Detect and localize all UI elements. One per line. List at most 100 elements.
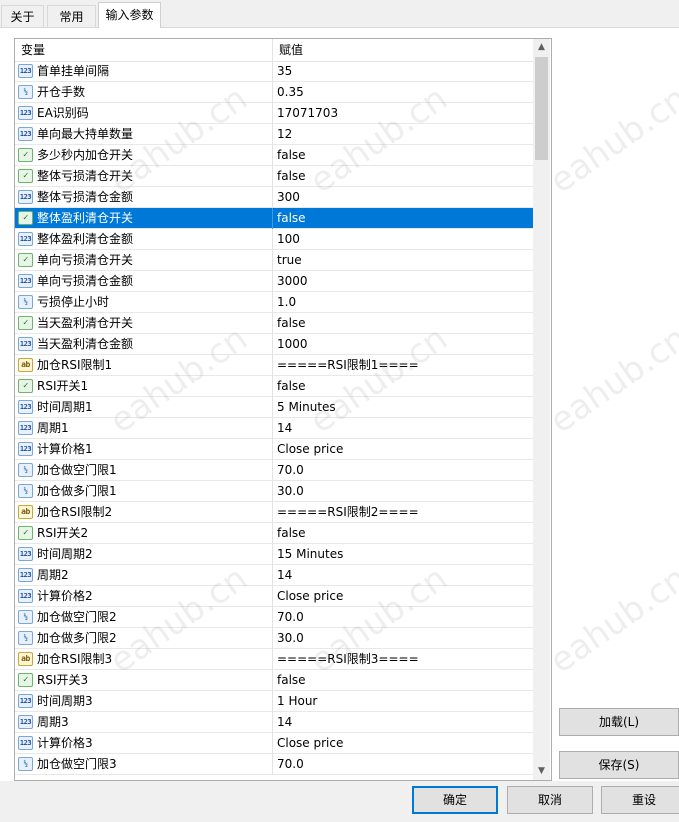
parameter-value[interactable]: false xyxy=(277,166,306,187)
parameter-row[interactable]: 123 单向亏损清仓金额 3000 xyxy=(15,271,533,292)
parameter-row[interactable]: ✓ RSI开关1 false xyxy=(15,376,533,397)
double-type-icon: ½ xyxy=(18,463,33,477)
parameter-name: 单向亏损清仓开关 xyxy=(37,253,134,267)
parameter-row[interactable]: 123 单向最大持单数量 12 xyxy=(15,124,533,145)
cancel-button[interactable]: 取消 xyxy=(507,786,593,814)
parameter-row[interactable]: ab 加仓RSI限制2 =====RSI限制2==== xyxy=(15,502,533,523)
parameter-row[interactable]: 123 周期3 14 xyxy=(15,712,533,733)
parameter-row[interactable]: 123 整体亏损清仓金额 300 xyxy=(15,187,533,208)
parameter-row[interactable]: ✓ 整体亏损清仓开关 false xyxy=(15,166,533,187)
parameter-row[interactable]: 123 整体盈利清仓金额 100 xyxy=(15,229,533,250)
parameter-row[interactable]: 123 时间周期1 5 Minutes xyxy=(15,397,533,418)
parameter-value[interactable]: 17071703 xyxy=(277,103,338,124)
parameter-value[interactable]: 14 xyxy=(277,418,292,439)
parameter-value[interactable]: 70.0 xyxy=(277,607,304,628)
parameter-row[interactable]: 123 时间周期3 1 Hour xyxy=(15,691,533,712)
tab-about[interactable]: 关于 xyxy=(1,5,44,27)
parameter-value[interactable]: 100 xyxy=(277,229,300,250)
parameter-value[interactable]: =====RSI限制1==== xyxy=(277,355,419,376)
parameter-name: 加仓做空门限3 xyxy=(37,757,117,771)
parameter-value[interactable]: 70.0 xyxy=(277,460,304,481)
parameter-row[interactable]: ab 加仓RSI限制3 =====RSI限制3==== xyxy=(15,649,533,670)
parameter-row[interactable]: ✓ RSI开关3 false xyxy=(15,670,533,691)
parameter-row[interactable]: ½ 加仓做空门限3 70.0 xyxy=(15,754,533,775)
parameter-row[interactable]: 123 周期2 14 xyxy=(15,565,533,586)
parameter-value[interactable]: Close price xyxy=(277,733,343,754)
parameter-value[interactable]: false xyxy=(277,313,306,334)
column-divider xyxy=(272,586,273,607)
parameter-value[interactable]: 1 Hour xyxy=(277,691,317,712)
parameter-value[interactable]: 30.0 xyxy=(277,481,304,502)
column-divider xyxy=(272,166,273,187)
parameter-row[interactable]: 123 计算价格3 Close price xyxy=(15,733,533,754)
parameter-row[interactable]: 123 计算价格1 Close price xyxy=(15,439,533,460)
column-divider xyxy=(272,250,273,271)
parameter-row[interactable]: ✓ RSI开关2 false xyxy=(15,523,533,544)
parameter-value[interactable]: 1000 xyxy=(277,334,308,355)
parameter-value[interactable]: false xyxy=(277,145,306,166)
parameter-value[interactable]: 300 xyxy=(277,187,300,208)
parameter-name: 整体亏损清仓开关 xyxy=(37,169,134,183)
parameter-value[interactable]: 0.35 xyxy=(277,82,304,103)
column-header-variable[interactable]: 变量 xyxy=(15,39,272,61)
parameter-value[interactable]: =====RSI限制3==== xyxy=(277,649,419,670)
parameter-value[interactable]: 70.0 xyxy=(277,754,304,775)
parameter-value[interactable]: false xyxy=(277,670,306,691)
column-divider xyxy=(272,649,273,670)
parameter-row[interactable]: 123 计算价格2 Close price xyxy=(15,586,533,607)
parameter-row[interactable]: ✓ 整体盈利清仓开关 false xyxy=(15,208,533,229)
parameter-name: 开仓手数 xyxy=(37,85,86,99)
parameter-value[interactable]: 30.0 xyxy=(277,628,304,649)
parameter-row[interactable]: ½ 加仓做多门限1 30.0 xyxy=(15,481,533,502)
parameter-value[interactable]: 35 xyxy=(277,61,292,82)
column-divider xyxy=(272,61,273,82)
parameter-value[interactable]: 5 Minutes xyxy=(277,397,336,418)
parameter-value[interactable]: 3000 xyxy=(277,271,308,292)
parameter-row[interactable]: ½ 开仓手数 0.35 xyxy=(15,82,533,103)
parameter-row[interactable]: ½ 加仓做多门限2 30.0 xyxy=(15,628,533,649)
parameter-value[interactable]: false xyxy=(277,208,306,229)
scroll-thumb[interactable] xyxy=(535,57,548,160)
scroll-up-arrow-icon[interactable]: ▲ xyxy=(533,39,550,56)
parameter-name: 计算价格2 xyxy=(37,589,93,603)
load-button[interactable]: 加载(L) xyxy=(559,708,679,736)
parameter-value[interactable]: 15 Minutes xyxy=(277,544,343,565)
column-divider xyxy=(272,460,273,481)
column-divider xyxy=(272,712,273,733)
integer-type-icon: 123 xyxy=(18,106,33,120)
parameter-value[interactable]: false xyxy=(277,376,306,397)
parameter-row[interactable]: 123 当天盈利清仓金额 1000 xyxy=(15,334,533,355)
reset-button[interactable]: 重设 xyxy=(601,786,679,814)
parameters-grid[interactable]: 变量 赋值 123 首单挂单间隔 35 ½ 开仓手数 0.35 123 EA识别码 170717… xyxy=(14,38,552,781)
tab-common[interactable]: 常用 xyxy=(47,5,96,27)
parameter-row[interactable]: 123 首单挂单间隔 35 xyxy=(15,61,533,82)
scroll-down-arrow-icon[interactable]: ▼ xyxy=(533,763,550,780)
parameter-row[interactable]: 123 时间周期2 15 Minutes xyxy=(15,544,533,565)
parameter-value[interactable]: 14 xyxy=(277,565,292,586)
parameter-row[interactable]: ½ 加仓做空门限2 70.0 xyxy=(15,607,533,628)
tab-input-parameters[interactable]: 输入参数 xyxy=(98,2,161,28)
save-button[interactable]: 保存(S) xyxy=(559,751,679,779)
parameter-value[interactable]: 14 xyxy=(277,712,292,733)
parameter-value[interactable]: 1.0 xyxy=(277,292,296,313)
parameter-value[interactable]: 12 xyxy=(277,124,292,145)
parameter-value[interactable]: false xyxy=(277,523,306,544)
parameter-value[interactable]: Close price xyxy=(277,586,343,607)
parameter-row[interactable]: ½ 亏损停止小时 1.0 xyxy=(15,292,533,313)
parameter-row[interactable]: ½ 加仓做空门限1 70.0 xyxy=(15,460,533,481)
parameter-value[interactable]: true xyxy=(277,250,302,271)
parameter-row[interactable]: ✓ 当天盈利清仓开关 false xyxy=(15,313,533,334)
parameter-name: 首单挂单间隔 xyxy=(37,64,110,78)
parameter-row[interactable]: 123 EA识别码 17071703 xyxy=(15,103,533,124)
parameter-row[interactable]: 123 周期1 14 xyxy=(15,418,533,439)
parameter-value[interactable]: =====RSI限制2==== xyxy=(277,502,419,523)
parameter-row[interactable]: ✓ 多少秒内加仓开关 false xyxy=(15,145,533,166)
column-divider xyxy=(272,397,273,418)
parameter-row[interactable]: ✓ 单向亏损清仓开关 true xyxy=(15,250,533,271)
parameter-row[interactable]: ab 加仓RSI限制1 =====RSI限制1==== xyxy=(15,355,533,376)
vertical-scrollbar[interactable]: ▲ ▼ xyxy=(533,39,550,780)
parameter-value[interactable]: Close price xyxy=(277,439,343,460)
ok-button[interactable]: 确定 xyxy=(412,786,498,814)
parameter-name: 当天盈利清仓开关 xyxy=(37,316,134,330)
column-header-value[interactable]: 赋值 xyxy=(272,39,533,61)
